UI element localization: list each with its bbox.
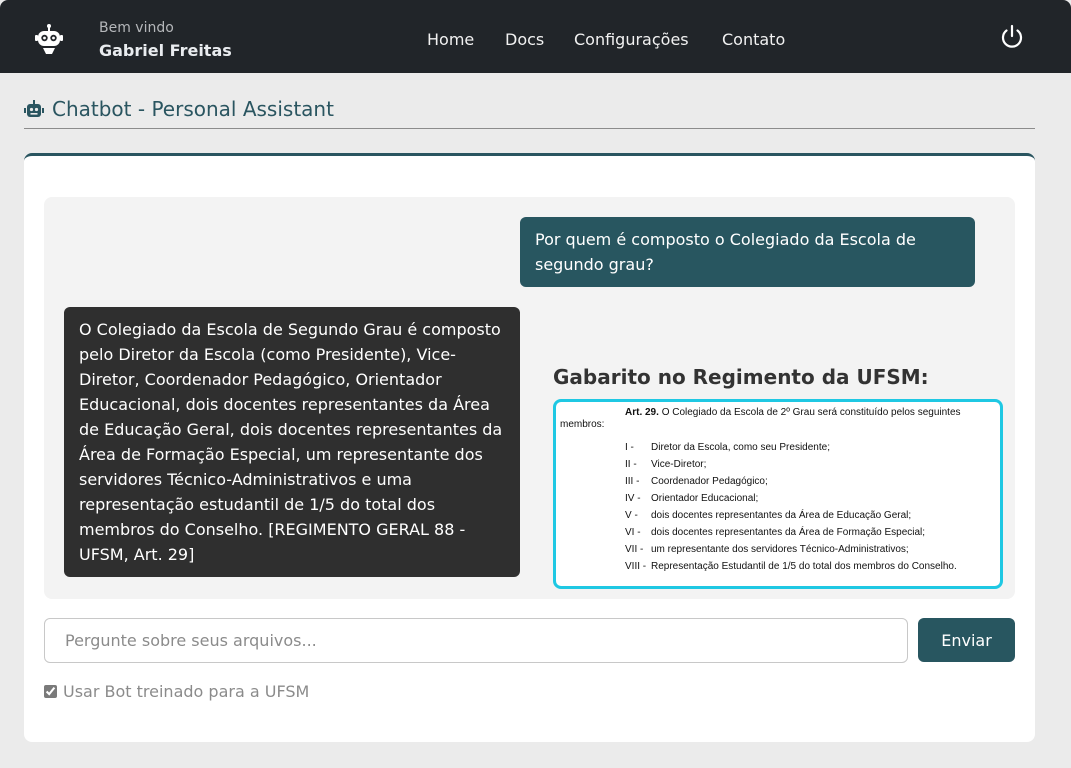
reference-item: V - dois docentes representantes da Área … [625,510,912,521]
reference-article-label: Art. 29. [625,407,659,418]
reference-article-cont: membros: [560,419,605,430]
nav-home[interactable]: Home [427,30,474,49]
main-nav: Home Docs Configurações Contato [0,30,1071,52]
ufsm-bot-checkbox[interactable] [44,684,57,698]
reference-title: Gabarito no Regimento da UFSM: [553,365,929,389]
chat-history[interactable]: Por quem é composto o Colegiado da Escol… [44,197,1015,599]
reference-image: Art. 29. O Colegiado da Escola de 2º Gra… [553,399,1003,589]
page-title: Chatbot - Personal Assistant [24,96,334,122]
nav-configuracoes[interactable]: Configurações [574,30,689,49]
ufsm-bot-option[interactable]: Usar Bot treinado para a UFSM [44,681,309,701]
send-button[interactable]: Enviar [918,618,1015,662]
reference-item: VII - um representante dos servidores Téc… [625,544,909,555]
reference-item: III - Coordenador Pedagógico; [625,476,768,487]
title-divider [24,128,1035,129]
reference-item: II - Vice-Diretor; [625,459,707,470]
top-navbar: Bem vindo Gabriel Freitas Home Docs Conf… [0,0,1071,73]
reference-item: VIII - Representação Estudantil de 1/5 do… [625,561,957,572]
user-message: Por quem é composto o Colegiado da Escol… [520,217,975,287]
reference-article: Art. 29. O Colegiado da Escola de 2º Gra… [625,407,990,419]
reference-item: VI - dois docentes representantes da Área… [625,527,926,538]
question-input[interactable] [44,618,908,663]
chat-card: Por quem é composto o Colegiado da Escol… [24,153,1035,742]
nav-contato[interactable]: Contato [722,30,785,49]
reference-item: I - Diretor da Escola, como seu President… [625,442,830,453]
robot-icon [24,100,44,117]
power-icon[interactable] [999,24,1025,50]
page-title-text: Chatbot - Personal Assistant [52,97,334,121]
ufsm-bot-label: Usar Bot treinado para a UFSM [63,681,310,701]
reference-article-text: O Colegiado da Escola de 2º Grau será co… [661,407,961,418]
reference-item: IV - Orientador Educacional; [625,493,759,504]
bot-message: O Colegiado da Escola de Segundo Grau é … [64,307,520,577]
nav-docs[interactable]: Docs [505,30,544,49]
